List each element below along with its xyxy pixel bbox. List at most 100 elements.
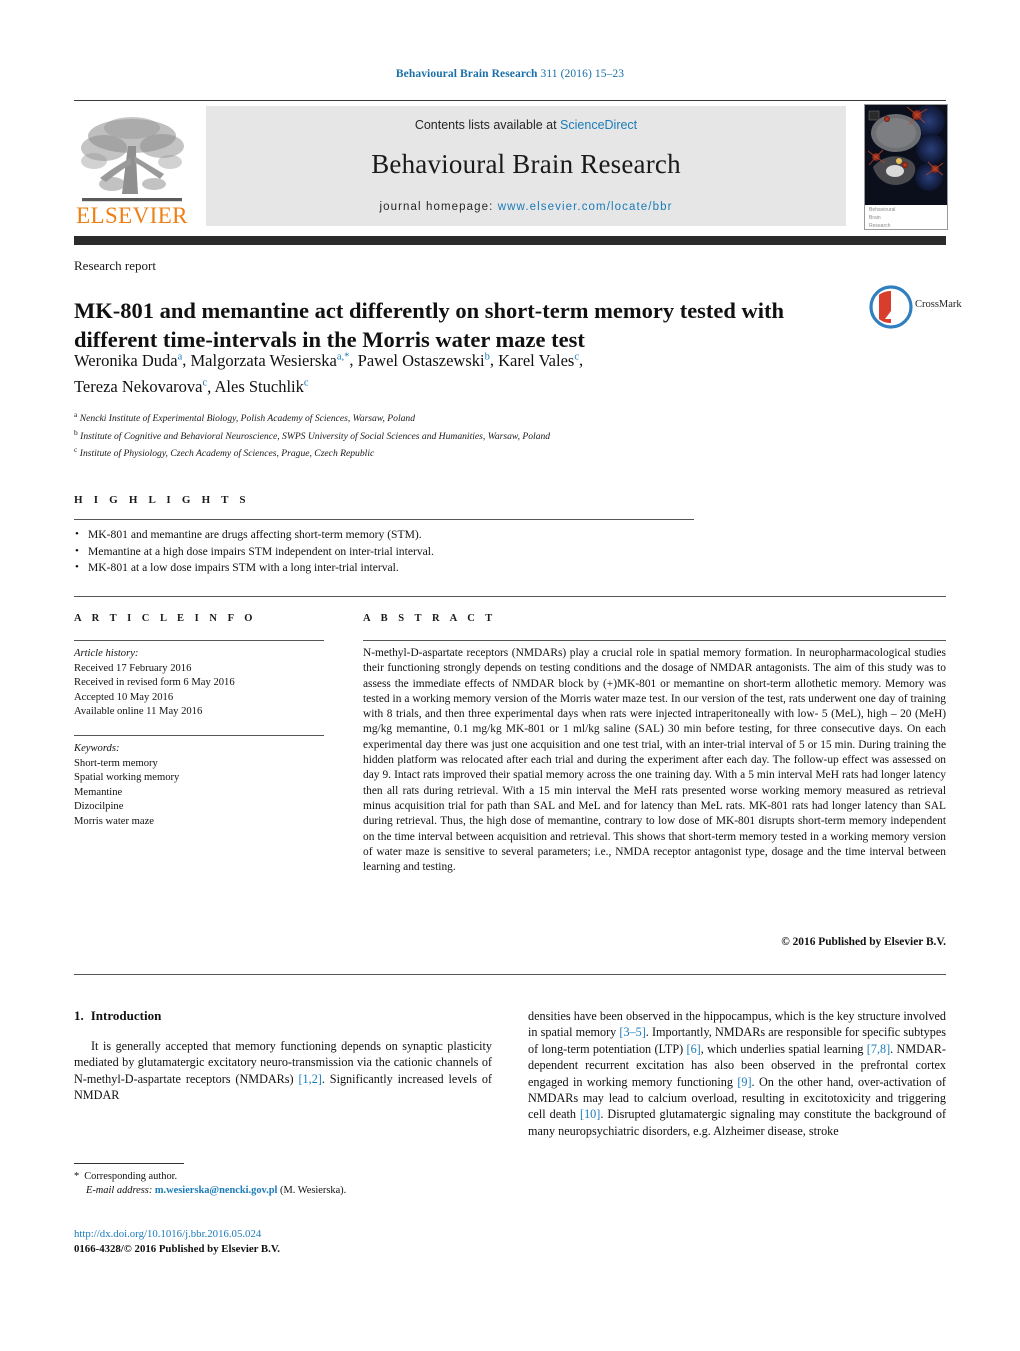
highlight-item: MK-801 and memantine are drugs affecting… xyxy=(74,526,774,544)
homepage-prefix: journal homepage: xyxy=(379,201,498,213)
article-history-item: Available online 11 May 2016 xyxy=(74,706,203,718)
affiliation-text: Institute of Physiology, Czech Academy o… xyxy=(79,448,375,460)
cover-caption-line1: Behavioural xyxy=(869,207,896,213)
affiliation-marker: c xyxy=(74,445,78,455)
affiliation-text: Institute of Cognitive and Behavioral Ne… xyxy=(80,430,551,442)
affiliation-item: a Nencki Institute of Experimental Biolo… xyxy=(74,408,894,426)
crossmark-icon xyxy=(869,285,913,329)
affiliation-text: Nencki Institute of Experimental Biology… xyxy=(79,413,416,425)
abstract-rule xyxy=(363,640,946,641)
affiliation-marker: b xyxy=(74,427,78,437)
author-name: Ales Stuchlikc xyxy=(214,377,309,396)
author-name: Malgorzata Wesierskaa,* xyxy=(190,350,350,370)
abstract-bottom-rule xyxy=(74,974,946,975)
article-history-item: Received in revised form 6 May 2016 xyxy=(74,677,235,689)
author-name: Tereza Nekovarovac xyxy=(74,377,208,396)
email-owner: (M. Wesierska). xyxy=(280,1185,347,1196)
journal-homepage-link[interactable]: www.elsevier.com/locate/bbr xyxy=(498,201,673,213)
footnote-rule xyxy=(74,1163,184,1164)
intro-text-part2: -aspartate receptors (NMDARs) xyxy=(133,1071,299,1086)
running-head-journal: Behavioural Brain Research xyxy=(395,68,538,80)
email-link[interactable]: m.wesierska@nencki.gov.pl xyxy=(155,1185,278,1196)
author-name: Weronika Dudaa xyxy=(74,350,183,370)
running-head-volume: 311 (2016) 15–23 xyxy=(540,68,625,80)
citation-ref[interactable]: [10] xyxy=(580,1107,600,1121)
affiliation-list: a Nencki Institute of Experimental Biolo… xyxy=(74,408,894,461)
article-info-heading: A R T I C L E I N F O xyxy=(74,613,257,624)
keyword-item: Short-term memory xyxy=(74,757,158,769)
keywords-label: Keywords: xyxy=(74,743,120,754)
footnote-block: * Corresponding author. E-mail address: m… xyxy=(74,1170,494,1198)
sciencedirect-link[interactable]: ScienceDirect xyxy=(560,118,637,132)
intro-smallcap-d: D xyxy=(124,1071,134,1086)
journal-article-page: Behavioural Brain Research 311 (2016) 15… xyxy=(0,0,1020,1351)
doi-link[interactable]: http://dx.doi.org/10.1016/j.bbr.2016.05.… xyxy=(74,1227,544,1242)
journal-title: Behavioural Brain Research xyxy=(371,149,681,179)
article-history-item: Accepted 10 May 2016 xyxy=(74,691,174,703)
contents-lists-line: Contents lists available at ScienceDirec… xyxy=(206,118,846,132)
highlights-bottom-rule xyxy=(74,596,946,597)
masthead-top-rule xyxy=(74,100,946,101)
cover-caption-line2: Brain xyxy=(869,215,881,222)
intro-paragraph-left: It is generally accepted that memory fun… xyxy=(74,1038,492,1104)
masthead-dark-bar xyxy=(74,236,946,245)
crossmark-badge[interactable]: CrossMark xyxy=(869,285,965,329)
affiliation-item: b Institute of Cognitive and Behavioral … xyxy=(74,426,894,444)
article-history-item: Received 17 February 2016 xyxy=(74,662,192,674)
issn-copyright-line: 0166-4328/© 2016 Published by Elsevier B… xyxy=(74,1242,280,1255)
article-history-label: Article history: xyxy=(74,648,139,659)
author-affil-marker: a xyxy=(177,351,183,362)
author-name: Karel Valesc xyxy=(498,350,579,370)
abstract-text: N-methyl-D-aspartate receptors (NMDARs) … xyxy=(363,647,946,874)
highlights-list: MK-801 and memantine are drugs affecting… xyxy=(74,526,774,577)
corresponding-author-label: Corresponding author. xyxy=(84,1171,178,1182)
citation-ref[interactable]: [3–5] xyxy=(619,1025,645,1039)
keyword-item: Memantine xyxy=(74,786,123,798)
journal-homepage-line: journal homepage: www.elsevier.com/locat… xyxy=(206,201,846,213)
email-label: E-mail address: xyxy=(86,1185,153,1196)
affiliation-item: c Institute of Physiology, Czech Academy… xyxy=(74,443,894,461)
body-column-left: 1. Introduction It is generally accepted … xyxy=(74,1008,492,1104)
author-affil-marker: c xyxy=(303,377,309,389)
highlights-heading: H I G H L I G H T S xyxy=(74,494,250,506)
affiliation-marker: a xyxy=(74,410,78,419)
body-column-right: densities have been observed in the hipp… xyxy=(528,1008,946,1139)
section-title: Introduction xyxy=(90,1008,162,1023)
corresponding-author-marker: * xyxy=(74,1171,80,1182)
keywords-block: Keywords: Short-term memory Spatial work… xyxy=(74,742,334,830)
svg-text:ELSEVIER: ELSEVIER xyxy=(76,203,188,228)
corresponding-author-note: * Corresponding author. xyxy=(74,1170,494,1184)
running-head: Behavioural Brain Research 311 (2016) 15… xyxy=(0,68,1020,80)
highlight-item: Memantine at a high dose impairs STM ind… xyxy=(74,543,774,561)
author-affil-marker: c xyxy=(202,377,208,389)
article-info-rule xyxy=(74,640,324,641)
doi-block: http://dx.doi.org/10.1016/j.bbr.2016.05.… xyxy=(74,1227,544,1256)
intro-right-part3: , which underlies spatial learning xyxy=(700,1041,867,1056)
section-heading-introduction: 1. Introduction xyxy=(74,1008,492,1024)
abstract-copyright: © 2016 Published by Elsevier B.V. xyxy=(781,936,946,948)
intro-paragraph-right: densities have been observed in the hipp… xyxy=(528,1008,946,1139)
email-note: E-mail address: m.wesierska@nencki.gov.p… xyxy=(74,1184,494,1198)
author-affil-marker: c xyxy=(574,351,579,362)
author-name: Pawel Ostaszewskib xyxy=(357,350,490,370)
keyword-item: Dizocilpine xyxy=(74,801,124,813)
highlight-item: MK-801 at a low dose impairs STM with a … xyxy=(74,559,774,577)
contents-prefix: Contents lists available at xyxy=(414,118,561,132)
cover-caption: Behavioural Brain Research xyxy=(865,205,947,229)
citation-ref[interactable]: [1,2] xyxy=(299,1072,322,1086)
author-list: Weronika Dudaa, Malgorzata Wesierskaa,*,… xyxy=(74,350,584,397)
article-history: Article history: Received 17 February 20… xyxy=(74,647,334,720)
journal-title-box: Contents lists available at ScienceDirec… xyxy=(206,106,846,226)
crossmark-label: CrossMark xyxy=(915,299,962,310)
author-affil-marker: b xyxy=(484,351,490,362)
citation-ref[interactable]: [9] xyxy=(737,1075,751,1089)
author-affil-marker: a,* xyxy=(336,351,350,362)
highlights-rule xyxy=(74,519,694,520)
citation-ref[interactable]: [7,8] xyxy=(867,1042,890,1056)
citation-ref[interactable]: [6] xyxy=(687,1042,701,1056)
cover-caption-line3: Research xyxy=(869,223,891,230)
keyword-item: Morris water maze xyxy=(74,815,155,827)
journal-cover-thumbnail: Behavioural Brain Research xyxy=(864,104,948,230)
article-type-label: Research report xyxy=(74,258,156,273)
keyword-item: Spatial working memory xyxy=(74,772,180,784)
